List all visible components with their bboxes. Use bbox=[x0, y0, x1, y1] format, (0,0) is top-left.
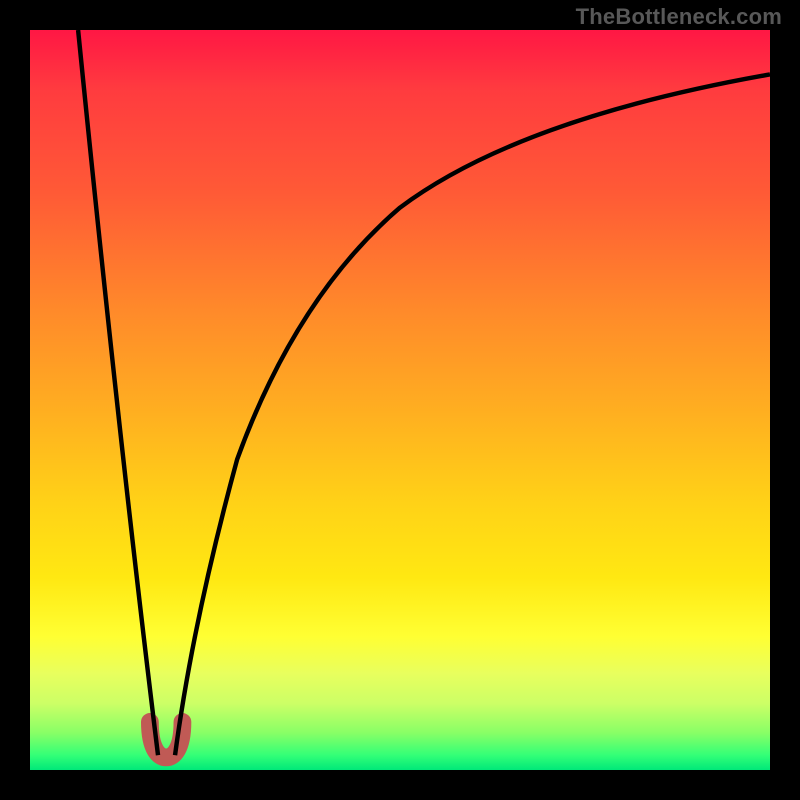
chart-frame: TheBottleneck.com bbox=[0, 0, 800, 800]
right-branch-path bbox=[175, 74, 770, 755]
left-branch-path bbox=[78, 30, 158, 755]
curve-svg bbox=[30, 30, 770, 770]
attribution-text: TheBottleneck.com bbox=[576, 4, 782, 30]
plot-area bbox=[30, 30, 770, 770]
